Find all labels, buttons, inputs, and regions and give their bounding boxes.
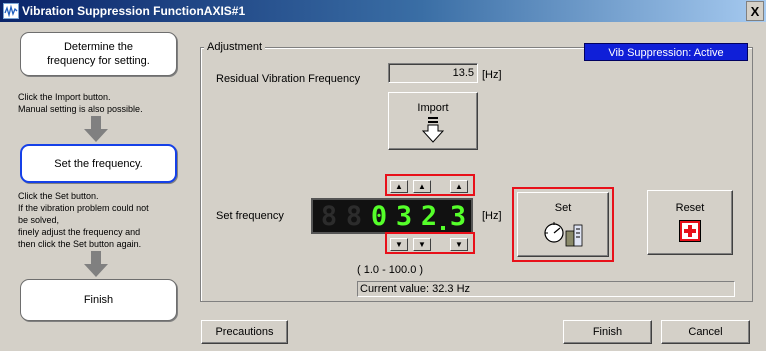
set-button[interactable]: Set [517,192,609,257]
set-frequency-unit: [Hz] [482,210,502,222]
current-value-field: Current value: 32.3 Hz [357,281,735,297]
flow-step-set-frequency: Set the frequency. [20,144,177,183]
flow-step-finish: Finish [20,279,177,321]
set-dial-icon [544,222,583,247]
flow-note-line: then click the Set button again. [18,239,142,249]
flow-note-line: finely adjust the frequency and [18,227,141,237]
reset-button-label: Reset [675,202,705,214]
flow-note-line: Manual setting is also possible. [18,104,143,114]
display-digit: 2 [420,201,438,232]
vibration-suppression-window: Vibration Suppression FunctionAXIS#1 X D… [0,0,766,351]
arrow-down-icon [84,251,108,277]
import-button[interactable]: Import [388,92,478,150]
flow-note-line: If the vibration problem could not [18,203,149,213]
flow-note-line: be solved, [18,215,60,225]
arrow-down-icon [84,116,108,142]
finish-button[interactable]: Finish [563,320,652,344]
display-digit: 3 [449,201,467,232]
flow-step-label: Finish [83,294,114,306]
display-digit: 0 [370,201,388,232]
flow-note-set: Click the Set button. If the vibration p… [18,190,196,250]
set-button-label: Set [554,202,572,214]
adjustment-group [200,47,753,302]
frequency-range: ( 1.0 - 100.0 ) [357,264,424,276]
app-icon [3,3,19,19]
flow-note-line: Click the Set button. [18,191,99,201]
down-spinners-highlight [385,232,475,254]
reset-button[interactable]: Reset [647,190,733,255]
adjustment-legend: Adjustment [204,41,266,53]
residual-frequency-unit: [Hz] [482,69,502,81]
up-spinners-highlight [385,174,475,196]
frequency-display: 8 8 0 3 2 3 [311,198,473,234]
display-digit: 8 [320,201,338,232]
close-button[interactable]: X [746,1,764,21]
status-badge: Vib Suppression: Active [584,43,748,61]
flow-note-line: Click the Import button. [18,92,111,102]
reset-cross-icon [679,220,701,242]
flow-note-import: Click the Import button. Manual setting … [18,91,196,115]
display-digit: 8 [345,201,363,232]
residual-frequency-label: Residual Vibration Frequency [216,73,361,85]
flow-step-label: Set the frequency. [54,157,143,170]
import-arrow-icon [421,117,445,143]
cancel-button[interactable]: Cancel [661,320,750,344]
flow-step-label: Determine the frequency for setting. [47,41,150,67]
set-frequency-label: Set frequency [216,210,284,222]
title-bar[interactable]: Vibration Suppression FunctionAXIS#1 X [0,0,766,22]
residual-frequency-value: 13.5 [388,63,478,83]
precautions-button[interactable]: Precautions [201,320,288,344]
window-title: Vibration Suppression FunctionAXIS#1 [22,4,246,18]
flow-step-determine: Determine the frequency for setting. [20,32,177,76]
import-button-label: Import [417,102,449,114]
display-digit: 3 [395,201,413,232]
display-decimal-point [441,226,445,230]
